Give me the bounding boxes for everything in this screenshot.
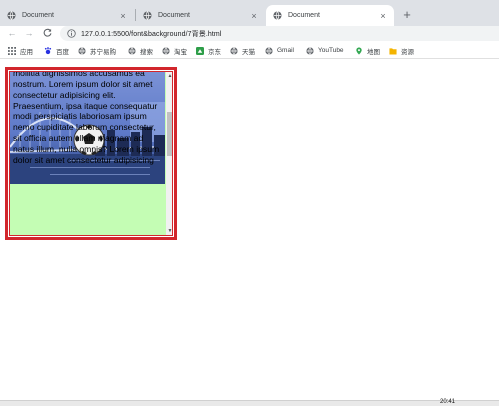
address-bar[interactable]: 127.0.0.1:5500/font&background/7背景.html <box>60 26 499 41</box>
bookmark-label: 地图 <box>367 48 380 56</box>
globe-icon <box>143 11 152 20</box>
baidu-icon <box>44 46 52 54</box>
new-tab-button[interactable]: + <box>398 6 416 24</box>
globe-icon <box>265 46 273 55</box>
bookmark-label: 苏宁易购 <box>90 48 116 56</box>
close-tab-icon[interactable]: × <box>376 11 390 21</box>
bookmark-label: 淘宝 <box>174 48 187 56</box>
close-tab-icon[interactable]: × <box>116 11 130 21</box>
jd-icon <box>196 46 204 55</box>
bookmark-label: 搜索 <box>140 48 153 56</box>
vertical-scrollbar[interactable]: ▲ ▼ <box>166 72 172 235</box>
bookmark-label: 百度 <box>56 48 69 56</box>
bookmark-taobao[interactable]: 淘宝 <box>162 45 187 56</box>
globe-icon <box>128 46 136 55</box>
bookmark-search[interactable]: 搜索 <box>128 45 153 56</box>
reload-icon <box>43 28 51 37</box>
bookmark-jd[interactable]: 京东 <box>196 45 221 56</box>
tab-1[interactable]: Document × <box>0 5 134 26</box>
bookmark-resources[interactable]: 资源 <box>389 45 414 56</box>
os-taskbar: 20:41 <box>0 399 499 406</box>
tab-title: Document <box>158 12 190 19</box>
close-tab-icon[interactable]: × <box>247 11 261 21</box>
globe-icon <box>273 11 282 20</box>
bookmarks-bar: 应用 百度 苏宁易购 搜索 淘宝 京东 天猫 Gmail YouTube 地图 … <box>0 42 499 59</box>
page-viewport: mollitia dignissimos accusamus ea nostru… <box>0 60 499 400</box>
reload-button[interactable] <box>41 26 53 40</box>
globe-icon <box>306 46 314 55</box>
bookmark-label: 资源 <box>401 48 414 56</box>
demo-box-outer-border: mollitia dignissimos accusamus ea nostru… <box>5 67 177 240</box>
tab-3-active[interactable]: Document × <box>266 5 394 26</box>
bookmark-youtube[interactable]: YouTube <box>306 45 344 56</box>
globe-icon <box>230 46 238 55</box>
globe-icon <box>7 11 16 20</box>
globe-icon <box>162 46 170 55</box>
scrollable-text-box[interactable]: mollitia dignissimos accusamus ea nostru… <box>9 71 173 236</box>
bookmark-label: 天猫 <box>242 48 255 56</box>
bookmark-baidu[interactable]: 百度 <box>44 45 69 56</box>
bookmark-label: YouTube <box>318 47 344 54</box>
back-button[interactable]: ← <box>6 26 18 40</box>
toolbar: ← → 127.0.0.1:5500/font&background/7背景.h… <box>0 26 499 42</box>
bookmark-tmall[interactable]: 天猫 <box>230 45 255 56</box>
apps-grid-icon <box>8 46 16 55</box>
globe-icon <box>78 46 86 55</box>
lorem-paragraph: mollitia dignissimos accusamus ea nostru… <box>13 71 160 165</box>
bookmark-gmail[interactable]: Gmail <box>265 45 294 56</box>
scroll-up-arrow[interactable]: ▲ <box>166 72 172 80</box>
folder-icon <box>389 47 397 55</box>
tab-title: Document <box>288 12 320 19</box>
browser-window: Document × Document × Document × + ← → 1… <box>0 0 499 406</box>
tab-strip: Document × Document × Document × + <box>0 0 499 26</box>
maps-icon <box>356 46 362 55</box>
taskbar-clock: 20:41 <box>440 399 456 405</box>
info-icon <box>67 29 76 38</box>
scroll-down-arrow[interactable]: ▼ <box>166 227 172 235</box>
bookmark-suning[interactable]: 苏宁易购 <box>78 45 116 56</box>
bookmark-apps[interactable]: 应用 <box>8 45 33 56</box>
tab-2[interactable]: Document × <box>136 5 265 26</box>
bookmark-label: 应用 <box>20 48 33 56</box>
tab-title: Document <box>22 12 54 19</box>
bookmark-maps[interactable]: 地图 <box>355 45 380 56</box>
bookmark-label: 京东 <box>208 48 221 56</box>
scrollbar-thumb[interactable] <box>167 112 172 156</box>
bookmark-label: Gmail <box>277 47 294 54</box>
forward-button[interactable]: → <box>23 26 35 40</box>
url-text: 127.0.0.1:5500/font&background/7背景.html <box>81 30 222 38</box>
